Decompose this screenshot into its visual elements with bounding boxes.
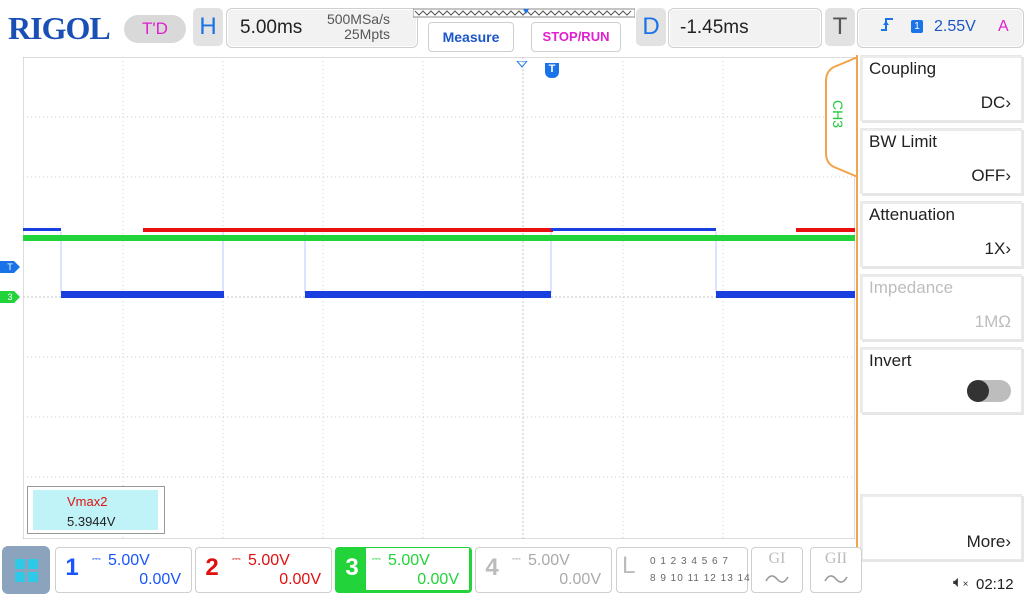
speaker-muted-icon[interactable]: 🔈︎× [953,574,968,592]
attenuation-value: 1X [984,239,1006,258]
generator-1-button[interactable]: GI [751,547,803,593]
channel-3-scale: 5.00V [388,552,430,569]
bw-limit-title: BW Limit [869,132,937,151]
channel-4-offset: 0.00V [559,571,601,588]
logic-analyzer-label: L [622,552,636,579]
measurement-value: 5.3944V [67,514,116,529]
channel-4-number: 4 [485,554,499,581]
trigger-level-marker[interactable]: T [0,261,20,273]
sample-info: 500MSa/s 25Mpts [300,12,390,42]
time-scale-value: 5.00ms [240,17,303,38]
ch3-trace [23,235,855,241]
trigger-position-arrow-icon [515,56,529,74]
attenuation-title: Attenuation [869,205,956,224]
invert-title: Invert [869,351,912,370]
bw-limit-value: OFF [971,166,1006,185]
rigol-logo: RIGOL [8,10,111,46]
channel-4-button[interactable]: 4 5.00V ⎓ 0.00V [475,547,612,593]
chevron-right-icon: › [1005,532,1011,551]
channel-3-number: 3 [345,554,359,581]
channel-2-scale: 5.00V [248,552,290,569]
channel-2-offset: 0.00V [279,571,321,588]
impedance-value: 1MΩ [974,312,1011,331]
coupling-title: Coupling [869,59,937,78]
impedance-title: Impedance [869,278,954,297]
dc-coupling-icon: ⎓ [512,553,521,565]
ch3-offset-marker[interactable]: 3 [0,291,20,303]
trigger-source-badge: 1 [911,20,923,33]
horizontal-label[interactable]: H [193,8,223,46]
trigger-mode: A [998,18,1009,35]
more-menu-item[interactable]: More› [860,494,1022,560]
waveform-display[interactable] [23,57,855,539]
dc-coupling-icon: ⎓ [92,553,101,565]
invert-toggle[interactable] [967,380,1011,402]
trigger-status-badge: T'D [124,15,186,43]
coupling-value: DC [980,93,1006,112]
rising-edge-icon [880,16,894,37]
measurement-label: Vmax2 [67,494,108,509]
chevron-right-icon: › [1005,93,1011,112]
trigger-label[interactable]: T [825,8,855,46]
generator-2-label: GII [824,550,848,567]
menu-tab-label: CH3 [830,100,846,129]
system-clock: 02:12 [976,576,1014,593]
generator-2-button[interactable]: GII [810,547,862,593]
toggle-knob [967,380,989,402]
memory-position-bar [413,8,635,18]
trigger-level: 2.55V [934,18,976,35]
stop-run-button[interactable]: STOP/RUN [531,22,621,52]
bw-limit-menu-item[interactable]: BW Limit OFF› [860,128,1022,194]
chevron-right-icon: › [1005,166,1011,185]
channel-1-number: 1 [65,554,79,581]
channel-2-number: 2 [205,554,219,581]
delay-value: -1.45ms [680,17,749,38]
coupling-menu-item[interactable]: Coupling DC› [860,55,1022,121]
channel-4-scale: 5.00V [528,552,570,569]
channel-3-offset: 0.00V [417,571,459,588]
measure-button[interactable]: Measure [428,22,514,52]
generator-1-label: GI [768,550,786,567]
dc-coupling-icon: ⎓ [372,553,381,565]
delay-label[interactable]: D [636,8,666,46]
delay-marker[interactable]: T [545,63,559,78]
channel-3-button[interactable]: 3 ⎓ 5.00V 0.00V [335,547,472,593]
more-label: More [966,532,1006,551]
sample-rate: 500MSa/s [326,11,390,27]
digital-channels-row-2: 8 9 10 11 12 13 14 15 [650,573,768,584]
home-button[interactable] [2,546,50,594]
channel-2-button[interactable]: 2 5.00V ⎓ 0.00V [195,547,332,593]
impedance-menu-item: Impedance 1MΩ [860,274,1022,340]
channel-3-info-panel: ⎓ 5.00V 0.00V [366,548,469,590]
channel-1-offset: 0.00V [139,571,181,588]
channel-1-button[interactable]: 1 5.00V ⎓ 0.00V [55,547,192,593]
dc-coupling-icon: ⎓ [232,553,241,565]
attenuation-menu-item[interactable]: Attenuation 1X› [860,201,1022,267]
grid-icon [15,559,38,582]
channel-1-scale: 5.00V [108,552,150,569]
digital-channels-row-1: 0 1 2 3 4 5 6 7 [650,556,729,567]
invert-menu-item[interactable]: Invert [860,347,1022,413]
chevron-right-icon: › [1005,239,1011,258]
sine-wave-icon [765,575,789,583]
memory-depth: 25Mpts [344,26,390,42]
logic-analyzer-button[interactable] [616,547,748,593]
sine-wave-icon [824,575,848,583]
